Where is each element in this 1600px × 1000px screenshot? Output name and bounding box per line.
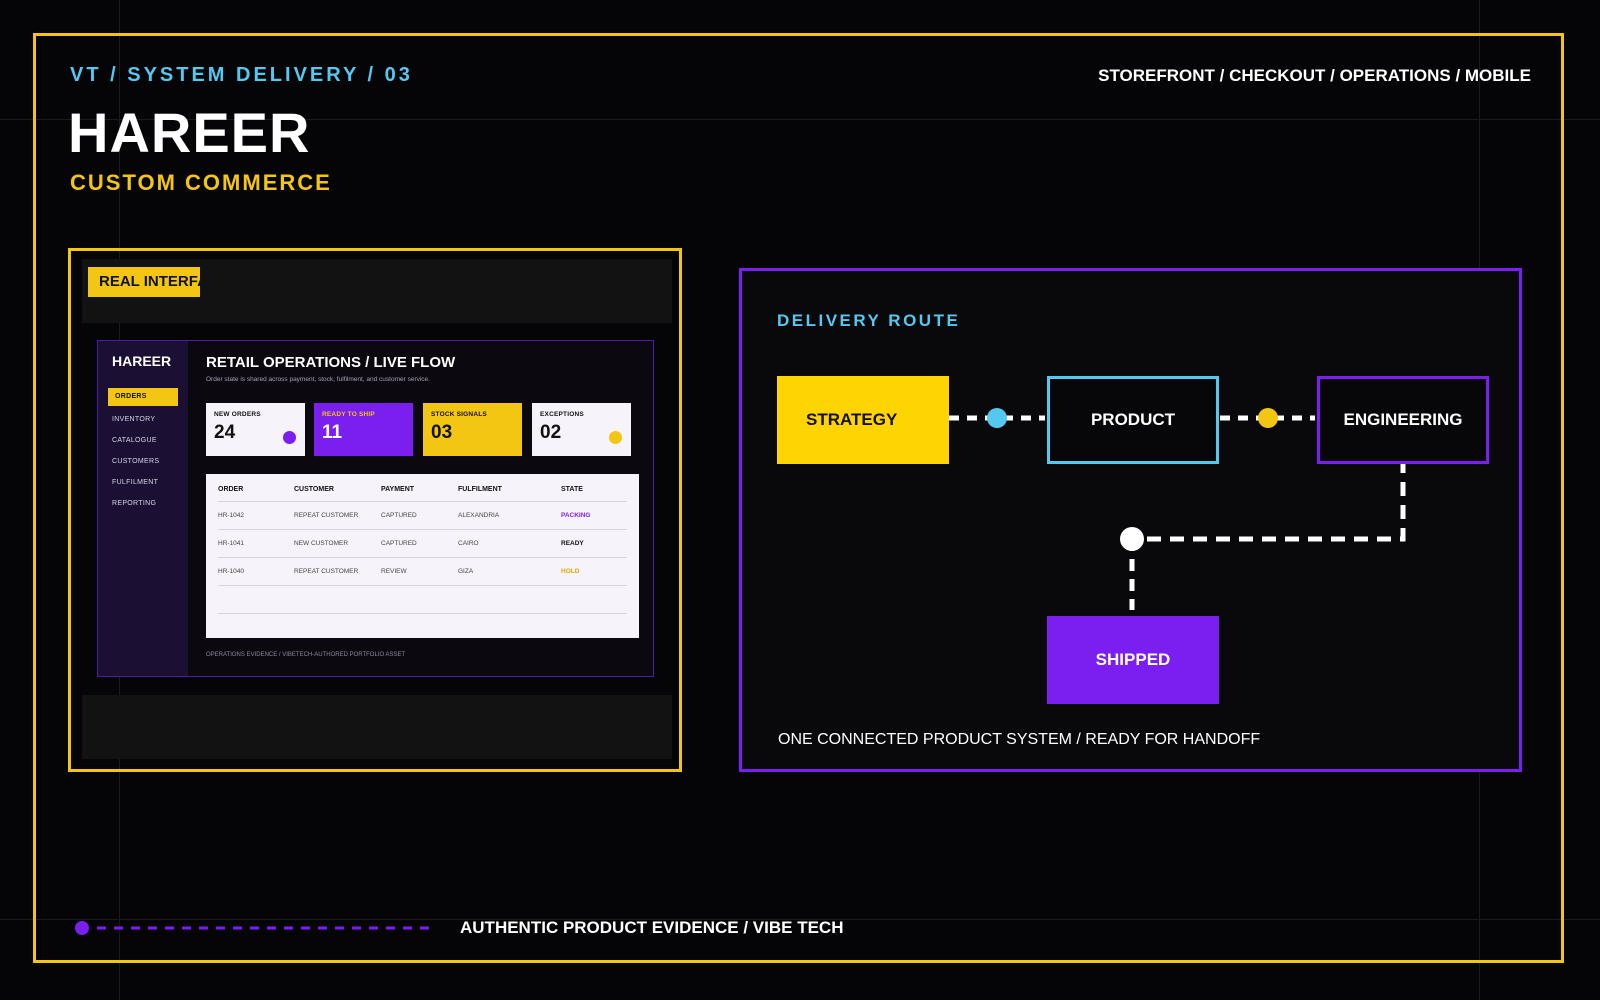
cell-payment: CAPTURED bbox=[381, 512, 417, 519]
stat-card-stock-signals[interactable]: STOCK SIGNALS 03 bbox=[423, 403, 522, 456]
real-interface-label: REAL INTERFACE bbox=[99, 273, 229, 290]
status-badge: PACKING bbox=[561, 512, 591, 519]
stat-label: READY TO SHIP bbox=[322, 411, 375, 418]
nav-item-orders[interactable]: ORDERS bbox=[108, 388, 178, 406]
nav-item-reporting[interactable]: REPORTING bbox=[112, 500, 156, 507]
cell-fulfilment: ALEXANDRIA bbox=[458, 512, 500, 519]
cell-order: HR-1042 bbox=[218, 512, 245, 519]
brand-title: HAREER bbox=[68, 101, 311, 164]
row-divider bbox=[218, 557, 627, 558]
app-title: RETAIL OPERATIONS / LIVE FLOW bbox=[206, 354, 456, 371]
interface-screenshot: HAREER ORDERS INVENTORY CATALOGUE CUSTOM… bbox=[97, 340, 654, 677]
connector-engineering-junction bbox=[1132, 459, 1406, 542]
brand-subtitle: CUSTOM COMMERCE bbox=[70, 170, 332, 195]
yellow-connector-dot bbox=[1258, 408, 1278, 428]
cell-customer: NEW CUSTOMER bbox=[294, 540, 349, 547]
stat-value: 03 bbox=[431, 422, 453, 443]
row-divider bbox=[218, 529, 627, 530]
column-header-state: STATE bbox=[561, 486, 583, 493]
node-engineering: ENGINEERING bbox=[1317, 376, 1489, 464]
node-shipped: SHIPPED bbox=[1047, 616, 1219, 704]
row-divider bbox=[218, 613, 627, 614]
app-logo: HAREER bbox=[112, 353, 172, 369]
cell-customer: REPEAT CUSTOMER bbox=[294, 512, 359, 519]
cell-order: HR-1040 bbox=[218, 568, 245, 575]
cell-fulfilment: CAIRO bbox=[458, 540, 479, 547]
column-header-order: ORDER bbox=[218, 486, 244, 493]
cell-customer: REPEAT CUSTOMER bbox=[294, 568, 359, 575]
nav-item-customers[interactable]: CUSTOMERS bbox=[112, 458, 159, 465]
app-footer-note: OPERATIONS EVIDENCE / VIBETECH-AUTHORED … bbox=[206, 652, 406, 658]
column-header-payment: PAYMENT bbox=[381, 486, 415, 493]
nav-item-inventory[interactable]: INVENTORY bbox=[112, 416, 155, 423]
stat-card-exceptions[interactable]: EXCEPTIONS 02 bbox=[532, 403, 631, 456]
yellow-dot-icon bbox=[609, 431, 622, 444]
app-sidebar: HAREER ORDERS INVENTORY CATALOGUE CUSTOM… bbox=[98, 341, 188, 676]
cell-order: HR-1041 bbox=[218, 540, 245, 547]
cell-payment: REVIEW bbox=[381, 568, 407, 575]
scope-breadcrumb: STOREFRONT / CHECKOUT / OPERATIONS / MOB… bbox=[1098, 66, 1531, 85]
node-product: PRODUCT bbox=[1047, 376, 1219, 464]
purple-timeline-dot bbox=[75, 921, 89, 935]
nav-item-fulfilment[interactable]: FULFILMENT bbox=[112, 479, 158, 486]
status-badge: READY bbox=[561, 540, 584, 547]
column-header-customer: CUSTOMER bbox=[294, 486, 334, 493]
purple-dot-icon bbox=[283, 431, 296, 444]
delivery-route-panel: DELIVERY ROUTE STRATEGY PRODUCT ENGINEER… bbox=[739, 268, 1522, 772]
stat-label: EXCEPTIONS bbox=[540, 411, 584, 418]
cell-payment: CAPTURED bbox=[381, 540, 417, 547]
eyebrow-label: VT / SYSTEM DELIVERY / 03 bbox=[70, 64, 413, 86]
cell-fulfilment: GIZA bbox=[458, 568, 474, 575]
footer-timeline bbox=[75, 921, 432, 935]
status-badge: HOLD bbox=[561, 568, 580, 575]
orders-table: ORDER CUSTOMER PAYMENT FULFILMENT STATE … bbox=[206, 474, 639, 638]
route-footer-note: ONE CONNECTED PRODUCT SYSTEM / READY FOR… bbox=[778, 731, 1261, 748]
stat-label: NEW ORDERS bbox=[214, 411, 261, 418]
node-strategy: STRATEGY bbox=[777, 376, 949, 464]
stat-card-new-orders[interactable]: NEW ORDERS 24 bbox=[206, 403, 305, 456]
app-description: Order state is shared across payment, st… bbox=[206, 376, 430, 383]
row-divider bbox=[218, 585, 627, 586]
cyan-connector-dot bbox=[987, 408, 1007, 428]
white-junction-dot bbox=[1120, 527, 1144, 551]
evidence-bottom-band bbox=[82, 695, 672, 759]
footer-tagline: AUTHENTIC PRODUCT EVIDENCE / VIBE TECH bbox=[460, 918, 844, 937]
nav-item-catalogue[interactable]: CATALOGUE bbox=[112, 437, 157, 444]
stat-card-ready-to-ship[interactable]: READY TO SHIP 11 bbox=[314, 403, 413, 456]
evidence-panel: REAL INTERFACE HAREER ORDERS INVENTORY C… bbox=[68, 248, 682, 772]
stat-value: 11 bbox=[322, 422, 343, 443]
stat-label: STOCK SIGNALS bbox=[431, 411, 487, 418]
row-divider bbox=[218, 501, 627, 502]
column-header-fulfilment: FULFILMENT bbox=[458, 486, 502, 493]
